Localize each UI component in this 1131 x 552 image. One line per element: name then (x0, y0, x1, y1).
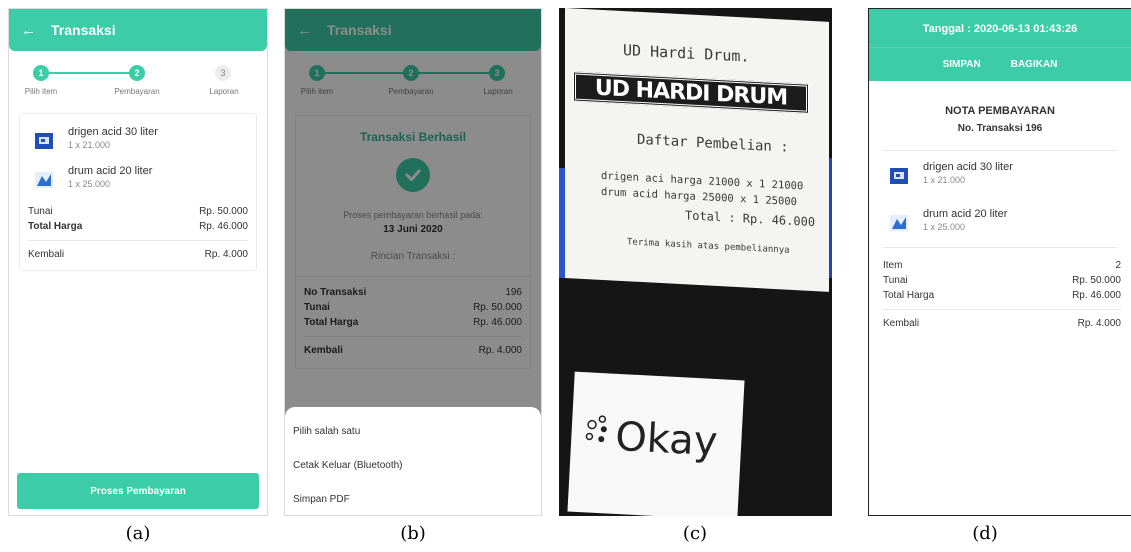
kembali-label: Kembali (883, 318, 920, 329)
item-name: drigen acid 30 liter (923, 161, 1013, 173)
divider (883, 247, 1117, 248)
okay-brand: Okay (614, 413, 719, 466)
divider (883, 309, 1121, 310)
note-header: Tanggal : 2020-06-13 01:43:26 SIMPAN BAG… (869, 9, 1131, 81)
total-row: Total Harga Rp. 46.000 (883, 288, 1121, 303)
printed-receipt-photo: UD Hardi Drum. UD HARDI DRUM Daftar Pemb… (559, 8, 832, 516)
screen-select-payment: ← Transaksi 1 2 3 Pilih item Pembayaran … (8, 8, 268, 516)
cart-card: drigen acid 30 liter 1 x 21.000 drum aci… (19, 113, 257, 271)
print-bluetooth-option[interactable]: Cetak Keluar (Bluetooth) (285, 449, 541, 483)
proses-pembayaran-button[interactable]: Proses Pembayaran (17, 473, 259, 509)
total-value: Rp. 46.000 (1072, 290, 1121, 301)
item-count-row: Item 2 (883, 258, 1121, 273)
step-connector (41, 72, 131, 74)
back-arrow-icon[interactable]: ← (21, 22, 51, 39)
app-bar: ← Transaksi (9, 9, 267, 51)
step-3-label: Laporan (209, 87, 239, 96)
tunai-row: Tunai Rp. 50.000 (28, 204, 248, 219)
note-title: NOTA PEMBAYARAN (945, 105, 1055, 117)
simpan-button[interactable]: SIMPAN (943, 59, 981, 70)
divider (28, 240, 248, 241)
kembali-row: Kembali Rp. 4.000 (28, 247, 248, 262)
caption-b: (b) (400, 523, 426, 544)
bagikan-button[interactable]: BAGIKAN (1011, 59, 1058, 70)
kembali-value: Rp. 4.000 (204, 249, 248, 260)
printer-label: Okay (567, 371, 745, 516)
total-value: Rp. 46.000 (199, 221, 248, 232)
drigen-product-icon (35, 133, 53, 149)
receipt-heading: Daftar Pembelian : (637, 131, 789, 156)
note-actions: SIMPAN BAGIKAN (869, 47, 1131, 81)
tunai-row: Tunai Rp. 50.000 (883, 273, 1121, 288)
item-qty: 1 x 25.000 (923, 222, 966, 232)
note-items: drigen acid 30 liter 1 x 21.000 drum aci… (869, 161, 1131, 233)
item-count-label: Item (883, 260, 903, 271)
caption-c: (c) (682, 523, 708, 544)
list-item: drigen acid 30 liter 1 x 21.000 (28, 126, 248, 151)
receipt-total: Total : Rp. 46.000 (685, 208, 816, 230)
bottom-sheet: Pilih salah satu Cetak Keluar (Bluetooth… (285, 407, 541, 515)
kembali-value: Rp. 4.000 (1077, 318, 1121, 329)
receipt-store-name: UD Hardi Drum. (623, 41, 750, 66)
note-summary: Item 2 Tunai Rp. 50.000 Total Harga Rp. 46.… (869, 258, 1131, 331)
drum-product-icon (890, 215, 908, 231)
tunai-label: Tunai (883, 275, 908, 286)
list-item: drigen acid 30 liter 1 x 21.000 (883, 161, 1117, 186)
drum-product-icon (35, 172, 53, 188)
receipt-logo: UD HARDI DRUM (573, 71, 809, 114)
total-row: Total Harga Rp. 46.000 (28, 219, 248, 234)
dots-logo-icon (585, 415, 607, 443)
tunai-label: Tunai (28, 206, 53, 217)
step-2-indicator: 2 (129, 65, 145, 81)
item-name: drigen acid 30 liter (68, 126, 158, 138)
total-label: Total Harga (883, 290, 935, 301)
receipt-paper: UD Hardi Drum. UD HARDI DRUM Daftar Pemb… (565, 8, 829, 292)
tunai-value: Rp. 50.000 (199, 206, 248, 217)
app-bar-title: Transaksi (51, 22, 116, 38)
item-name: drum acid 20 liter (68, 165, 153, 177)
total-label: Total Harga (28, 221, 83, 232)
step-3-indicator: 3 (215, 65, 231, 81)
receipt-footer: Terima kasih atas pembeliannya (627, 237, 790, 256)
screen-payment-note: Tanggal : 2020-06-13 01:43:26 SIMPAN BAG… (868, 8, 1131, 516)
list-item: drum acid 20 liter 1 x 25.000 (883, 208, 1117, 233)
list-item: drum acid 20 liter 1 x 25.000 (28, 165, 248, 190)
item-qty: 1 x 21.000 (68, 140, 111, 150)
item-count-value: 2 (1115, 260, 1121, 271)
tunai-value: Rp. 50.000 (1072, 275, 1121, 286)
screen-payment-success: ← Transaksi 1 2 3 Pilih item Pembayaran … (284, 8, 542, 516)
drigen-product-icon (890, 168, 908, 184)
caption-a: (a) (125, 523, 151, 544)
caption-d: (d) (972, 523, 998, 544)
note-date: Tanggal : 2020-06-13 01:43:26 (922, 23, 1078, 35)
save-pdf-option[interactable]: Simpan PDF (285, 483, 541, 515)
divider (883, 150, 1117, 151)
item-name: drum acid 20 liter (923, 208, 1008, 220)
sheet-title: Pilih salah satu (293, 426, 361, 437)
step-1-label: Pilih item (24, 87, 58, 96)
item-qty: 1 x 21.000 (923, 175, 966, 185)
kembali-label: Kembali (28, 249, 65, 260)
kembali-row: Kembali Rp. 4.000 (883, 316, 1121, 331)
item-qty: 1 x 25.000 (68, 179, 111, 189)
note-subtitle: No. Transaksi 196 (957, 123, 1043, 134)
step-1-indicator: 1 (33, 65, 49, 81)
step-2-label: Pembayaran (114, 87, 160, 96)
stepper: 1 2 3 Pilih item Pembayaran Laporan (9, 59, 267, 109)
